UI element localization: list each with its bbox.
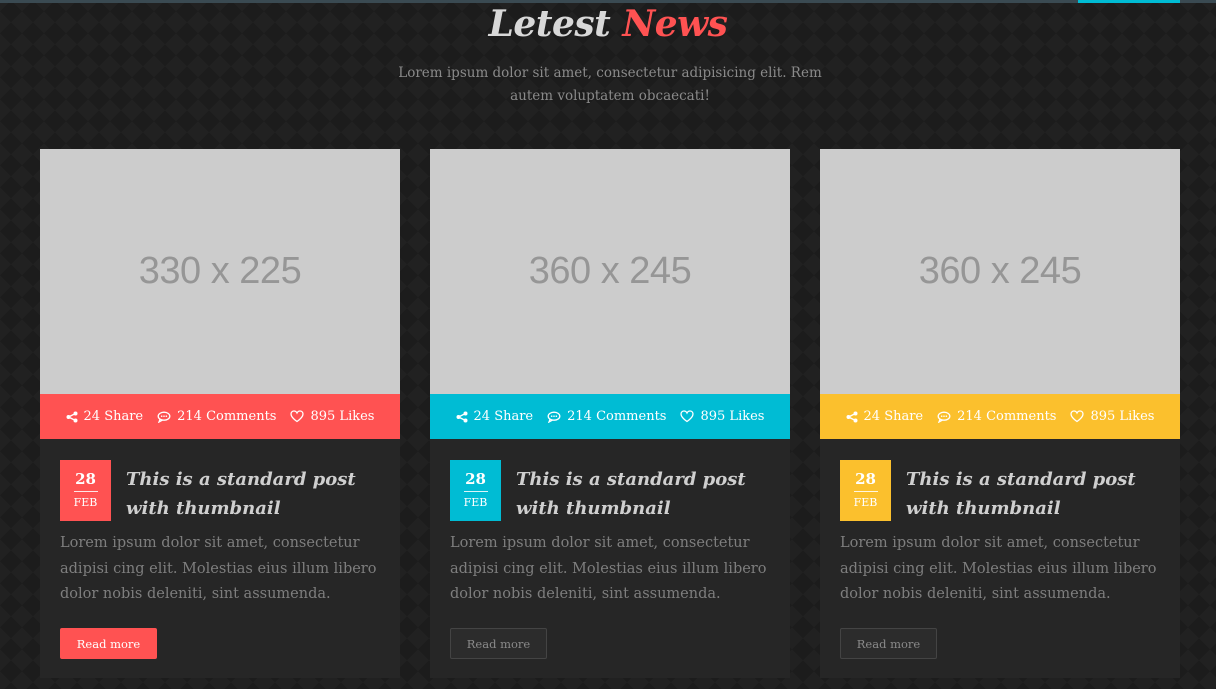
likes-link[interactable]: 895 Likes bbox=[1070, 409, 1154, 424]
share-link[interactable]: 24 Share bbox=[456, 409, 534, 424]
post-date-month: FEB bbox=[73, 496, 98, 509]
comments-link[interactable]: 214 Comments bbox=[547, 409, 666, 424]
share-icon bbox=[846, 411, 858, 422]
comments-count: 214 Comments bbox=[177, 409, 277, 424]
post-date-day: 28 bbox=[75, 470, 96, 488]
thumbnail-placeholder-label: 360 x 245 bbox=[528, 250, 692, 292]
post-date-month: FEB bbox=[463, 496, 488, 509]
comment-icon bbox=[157, 411, 171, 423]
news-card: 330 x 225 24 Share 214 Comments 895 Like… bbox=[40, 149, 400, 678]
post-stats-bar: 24 Share 214 Comments 895 Likes bbox=[430, 394, 790, 439]
post-stats-bar: 24 Share 214 Comments 895 Likes bbox=[40, 394, 400, 439]
read-more-button[interactable]: Read more bbox=[840, 628, 937, 659]
likes-count: 895 Likes bbox=[700, 409, 765, 424]
post-thumbnail[interactable]: 360 x 245 bbox=[820, 149, 1180, 394]
comments-count: 214 Comments bbox=[957, 409, 1057, 424]
share-link[interactable]: 24 Share bbox=[66, 409, 144, 424]
read-more-button[interactable]: Read more bbox=[450, 628, 547, 659]
date-divider bbox=[853, 491, 878, 492]
post-date-day: 28 bbox=[855, 470, 876, 488]
post-date-badge: 28 FEB bbox=[60, 460, 111, 521]
share-count: 24 Share bbox=[473, 409, 534, 424]
post-date-badge: 28 FEB bbox=[450, 460, 501, 521]
post-thumbnail[interactable]: 330 x 225 bbox=[40, 149, 400, 394]
date-divider bbox=[463, 491, 488, 492]
news-card: 360 x 245 24 Share 214 Comments 895 Like… bbox=[820, 149, 1180, 678]
post-title[interactable]: This is a standard post with thumbnail bbox=[516, 465, 766, 523]
thumbnail-placeholder-label: 330 x 225 bbox=[138, 250, 302, 292]
likes-link[interactable]: 895 Likes bbox=[290, 409, 374, 424]
heart-icon bbox=[290, 410, 305, 423]
post-excerpt: Lorem ipsum dolor sit amet, consectetur … bbox=[840, 535, 1157, 602]
comments-link[interactable]: 214 Comments bbox=[157, 409, 276, 424]
thumbnail-placeholder-label: 360 x 245 bbox=[918, 250, 1082, 292]
section-title-part1: Letest bbox=[488, 3, 611, 45]
section-title: Letest News bbox=[0, 2, 1216, 46]
post-excerpt: Lorem ipsum dolor sit amet, consectetur … bbox=[450, 535, 767, 602]
likes-count: 895 Likes bbox=[310, 409, 375, 424]
share-icon bbox=[66, 411, 78, 422]
comment-icon bbox=[937, 411, 951, 423]
post-title[interactable]: This is a standard post with thumbnail bbox=[126, 465, 376, 523]
post-title[interactable]: This is a standard post with thumbnail bbox=[906, 465, 1156, 523]
post-date-badge: 28 FEB bbox=[840, 460, 891, 521]
share-icon bbox=[456, 411, 468, 422]
post-date-month: FEB bbox=[853, 496, 878, 509]
post-excerpt: Lorem ipsum dolor sit amet, consectetur … bbox=[60, 535, 377, 602]
read-more-button[interactable]: Read more bbox=[60, 628, 157, 659]
likes-count: 895 Likes bbox=[1090, 409, 1155, 424]
post-date-day: 28 bbox=[465, 470, 486, 488]
section-subtitle: Lorem ipsum dolor sit amet, consectetur … bbox=[398, 65, 822, 104]
post-thumbnail[interactable]: 360 x 245 bbox=[430, 149, 790, 394]
comment-icon bbox=[547, 411, 561, 423]
section-title-part2: News bbox=[622, 3, 728, 45]
date-divider bbox=[73, 491, 98, 492]
post-stats-bar: 24 Share 214 Comments 895 Likes bbox=[820, 394, 1180, 439]
comments-link[interactable]: 214 Comments bbox=[937, 409, 1056, 424]
news-card: 360 x 245 24 Share 214 Comments 895 Like… bbox=[430, 149, 790, 678]
heart-icon bbox=[1070, 410, 1085, 423]
share-count: 24 Share bbox=[83, 409, 144, 424]
heart-icon bbox=[680, 410, 695, 423]
share-count: 24 Share bbox=[863, 409, 924, 424]
comments-count: 214 Comments bbox=[567, 409, 667, 424]
share-link[interactable]: 24 Share bbox=[846, 409, 924, 424]
likes-link[interactable]: 895 Likes bbox=[680, 409, 764, 424]
